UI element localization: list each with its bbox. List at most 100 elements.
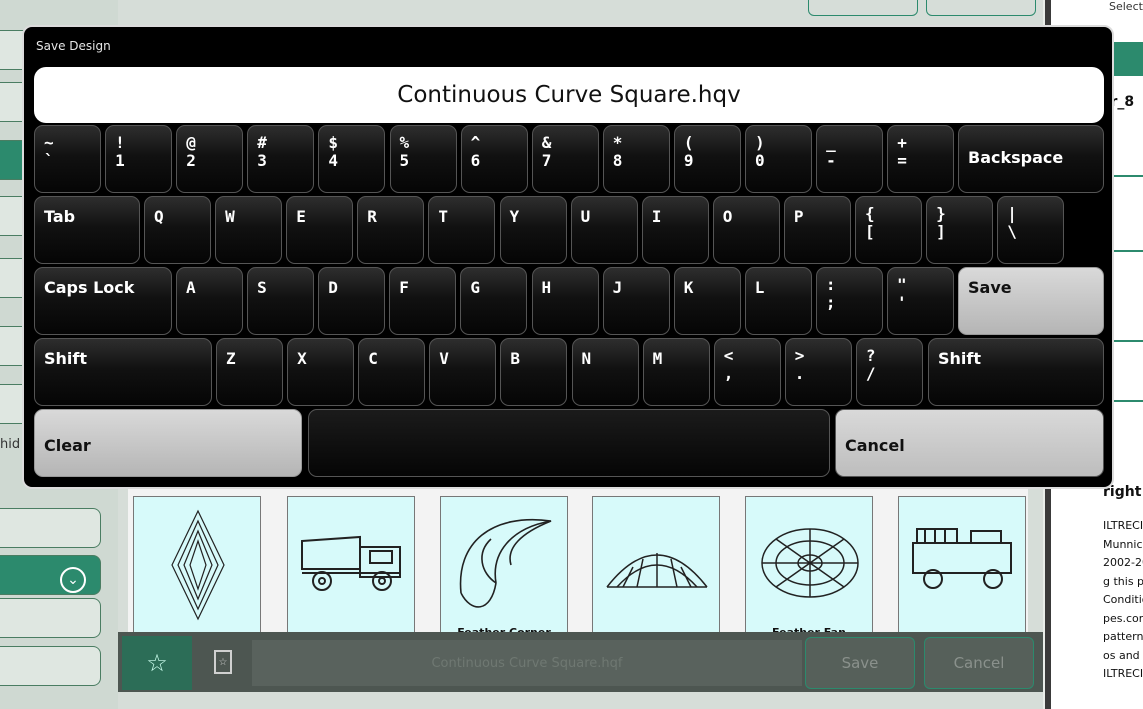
key-bottom-char: /	[865, 364, 876, 383]
key-label: H	[541, 278, 552, 297]
key-sym[interactable]: {[	[855, 196, 922, 264]
side-tab-active	[0, 555, 101, 595]
key-f[interactable]: F	[389, 267, 457, 335]
key-8[interactable]: * 8	[602, 125, 670, 193]
design-thumbnail[interactable]	[440, 496, 568, 634]
key-t[interactable]: T	[428, 196, 496, 264]
key-bottom-char: .	[794, 364, 805, 383]
key-bottom-char: ]	[936, 222, 946, 241]
design-thumbnail[interactable]	[745, 496, 873, 634]
filename-input[interactable]	[34, 67, 1104, 123]
key-o[interactable]: O	[712, 196, 780, 264]
key-bottom-char: 5	[399, 151, 410, 170]
key-9[interactable]: (9	[673, 125, 741, 193]
key-sym[interactable]: >.	[784, 338, 852, 406]
bottom-save-button[interactable]: Save	[805, 637, 915, 689]
key-w[interactable]: W	[215, 196, 283, 264]
select-fragment: Select	[1109, 0, 1143, 13]
shift-left-key[interactable]: Shift	[34, 338, 212, 406]
key-6[interactable]: ^ 6	[460, 125, 528, 193]
key-c[interactable]: C	[358, 338, 426, 406]
credit-line: os and much	[1103, 648, 1143, 662]
key-top-char: !	[115, 133, 125, 152]
key-top-char: ~	[44, 133, 54, 152]
key-top-char: {	[865, 204, 875, 223]
favorite-file-icon[interactable]: ☆	[214, 650, 232, 674]
key-i[interactable]: I	[641, 196, 709, 264]
key-label: Caps Lock	[44, 278, 135, 297]
key-label: Q	[154, 207, 164, 226]
key-sym[interactable]: " '	[887, 267, 954, 335]
space-key[interactable]	[308, 409, 830, 477]
key-j[interactable]: J	[602, 267, 670, 335]
design-thumbnail[interactable]	[133, 496, 261, 634]
design-thumbnail[interactable]	[592, 496, 720, 634]
key-k[interactable]: K	[673, 267, 741, 335]
key-bottom-char: 0	[755, 151, 765, 170]
key-z[interactable]: Z	[216, 338, 283, 406]
tab-key[interactable]: Tab	[34, 196, 140, 264]
key-p[interactable]: P	[783, 196, 851, 264]
save-button[interactable]: Save	[958, 267, 1104, 335]
key-label: Shift	[44, 349, 88, 368]
key-m[interactable]: M	[642, 338, 710, 406]
key-11[interactable]: _ -	[816, 125, 884, 193]
credit-line: pes.com. Visi	[1103, 611, 1143, 625]
design-thumbnail[interactable]	[287, 496, 415, 634]
dialog-title: Save Design	[36, 39, 111, 53]
backspace-key[interactable]: Backspace	[958, 125, 1104, 193]
key-5[interactable]: % 5	[389, 125, 457, 193]
key-n[interactable]: N	[571, 338, 639, 406]
key-bottom-char: 2	[186, 151, 196, 170]
caps-lock-key[interactable]: Caps Lock	[34, 267, 172, 335]
chevron-down-icon[interactable]: ⌄	[60, 567, 86, 593]
key-sym[interactable]: <,	[713, 338, 781, 406]
credit-line: patterns avai	[1103, 630, 1143, 643]
key-top-char: |	[1007, 204, 1017, 223]
key-u[interactable]: U	[570, 196, 638, 264]
key-top-char: )	[755, 133, 765, 152]
key-0[interactable]: ~ `	[34, 125, 101, 193]
cancel-button[interactable]: Cancel	[835, 409, 1104, 477]
key-label: Y	[509, 207, 520, 226]
clear-button[interactable]: Clear	[34, 409, 302, 477]
key-1[interactable]: ! 1	[105, 125, 173, 193]
key-3[interactable]: #3	[247, 125, 315, 193]
design-thumbnail[interactable]	[898, 496, 1026, 634]
key-v[interactable]: V	[429, 338, 497, 406]
key-4[interactable]: $4	[318, 125, 386, 193]
key-r[interactable]: R	[357, 196, 425, 264]
key-sym[interactable]: ? /	[855, 338, 923, 406]
key-label: Save	[968, 278, 1012, 297]
key-sym[interactable]: :;	[815, 267, 883, 335]
key-12[interactable]: + =	[887, 125, 955, 193]
key-7[interactable]: & 7	[531, 125, 599, 193]
key-sym[interactable]: | \	[997, 196, 1065, 264]
key-a[interactable]: A	[176, 267, 243, 335]
bottom-cancel-button[interactable]: Cancel	[924, 637, 1034, 689]
star-icon[interactable]: ☆	[122, 636, 192, 690]
key-y[interactable]: Y	[499, 196, 567, 264]
key-g[interactable]: G	[460, 267, 528, 335]
side-label-fragment: hid	[0, 437, 21, 452]
key-d[interactable]: D	[318, 267, 386, 335]
key-10[interactable]: ) 0	[745, 125, 812, 193]
key-top-char: _	[826, 133, 836, 152]
key-2[interactable]: @2	[176, 125, 244, 193]
key-h[interactable]: H	[531, 267, 599, 335]
key-label: M	[652, 349, 663, 368]
key-label: D	[328, 278, 338, 297]
key-label: J	[612, 278, 623, 297]
key-l[interactable]: L	[744, 267, 812, 335]
key-e[interactable]: E	[286, 196, 354, 264]
key-s[interactable]: S	[247, 267, 315, 335]
shift-right-key[interactable]: Shift	[928, 338, 1104, 406]
key-b[interactable]: B	[500, 338, 568, 406]
top-button	[808, 0, 918, 16]
key-bottom-char: `	[44, 151, 54, 170]
credit-line: 2002-2015,	[1103, 556, 1143, 569]
key-top-char: <	[723, 346, 734, 365]
key-x[interactable]: X	[287, 338, 355, 406]
key-sym[interactable]: }]	[926, 196, 994, 264]
key-q[interactable]: Q	[144, 196, 211, 264]
